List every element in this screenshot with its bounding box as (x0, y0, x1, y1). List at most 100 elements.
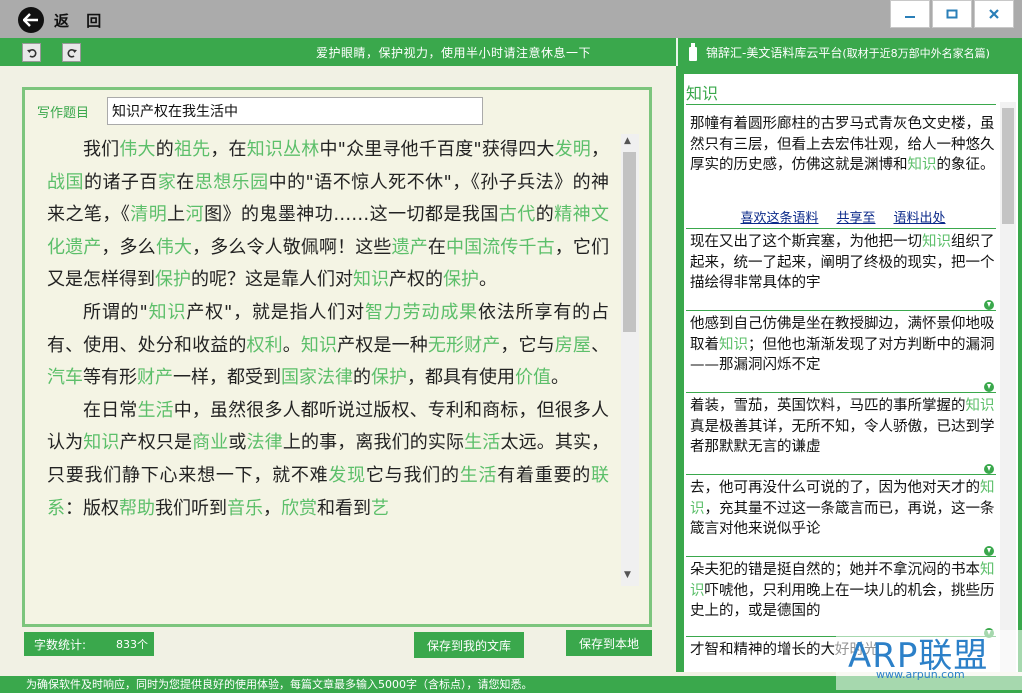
keyword-link[interactable]: 遗产 (392, 237, 428, 258)
keyword-link[interactable]: 知识丛林 (247, 139, 320, 160)
keyword-link[interactable]: 艺 (371, 498, 389, 519)
keyword-link[interactable]: 欣赏 (281, 498, 317, 519)
corpus-panel: 知识 那幢有着圆形廊柱的古罗马式青灰色文史楼，虽然只有三层，但看上去宏伟壮观，给… (676, 66, 1022, 672)
brand-title: 锦辞汇-美文语料库云平台(取材于近8万部中外名家名篇) (706, 44, 990, 61)
keyword-link[interactable]: 战国 (47, 172, 84, 193)
keyword-link[interactable]: 知识 (353, 269, 389, 290)
like-corpus-link[interactable]: 喜欢这条语料 (740, 209, 818, 230)
text-run: 的呢？这是靠人们对 (191, 269, 353, 291)
maximize-button[interactable] (932, 0, 972, 28)
corpus-card-text: 朵夫犯的错是挺自然的；她并不拿沉闷的书本知识吓唬他，只利用晚上在一块儿的机会，挑… (690, 560, 996, 622)
keyword-link[interactable]: 知识 (148, 302, 187, 323)
keyword-link[interactable]: 国家法律 (281, 367, 353, 388)
expand-down-icon[interactable] (984, 300, 994, 310)
undo-button[interactable] (22, 43, 41, 62)
keyword-link[interactable]: 音乐 (227, 498, 263, 519)
text-run: 我们听到 (155, 497, 227, 519)
essay-text-area[interactable]: 我们伟大的祖先，在知识丛林中"众里寻他千百度"获得四大发明，战国的诸子百家在思想… (47, 134, 609, 580)
keyword-link[interactable]: 思想乐园 (195, 172, 269, 193)
expand-down-icon[interactable] (984, 382, 994, 392)
keyword-link[interactable]: 无形财产 (428, 335, 501, 356)
title-input[interactable] (107, 97, 483, 125)
text-run: 。 (479, 269, 497, 291)
text-run: 或 (228, 432, 247, 454)
keyword-link[interactable]: 知识 (966, 398, 995, 414)
keyword-link[interactable]: 商业 (192, 432, 228, 453)
keyword-link[interactable]: 价值 (515, 367, 551, 388)
maximize-icon (946, 9, 958, 19)
text-run: 和看到 (317, 497, 371, 519)
close-button[interactable] (974, 0, 1014, 28)
corpus-card-text: 那幢有着圆形廊柱的古罗马式青灰色文史楼，虽然只有三层，但看上去宏伟壮观，给人一种… (690, 114, 996, 196)
watermark-url: www.arpun.com (876, 668, 965, 681)
text-run: 的诸子百 (83, 171, 158, 193)
corpus-list: 知识 那幢有着圆形廊柱的古罗马式青灰色文史楼，虽然只有三层，但看上去宏伟壮观，给… (684, 74, 1018, 672)
text-run: 产权是一种 (337, 334, 428, 356)
keyword-link[interactable]: 帮助 (119, 498, 155, 519)
heading-divider (686, 104, 996, 105)
keyword-link[interactable]: 古代 (499, 204, 536, 225)
keyword-link[interactable]: 法律 (247, 432, 283, 453)
corpus-card[interactable]: 现在又出了这个斯宾塞，为他把一切知识组织了起来，统一了起来，阐明了终极的现实，把… (690, 232, 996, 294)
keyword-link[interactable]: 生活 (464, 432, 500, 453)
keyword-link[interactable]: 知识 (922, 234, 951, 250)
save-to-library-button[interactable]: 保存到我的文库 (414, 632, 524, 658)
save-to-local-button[interactable]: 保存到本地 (566, 630, 652, 656)
keyword-link[interactable]: 伟大 (156, 237, 192, 258)
keyword-link[interactable]: 知识 (719, 337, 748, 353)
editor-scroll-thumb[interactable] (623, 152, 636, 332)
keyword-link[interactable]: 伟大 (119, 139, 155, 160)
redo-button[interactable] (62, 43, 81, 62)
keyword-link[interactable]: 清明 (130, 204, 167, 225)
keyword-link[interactable]: 祖先 (174, 139, 210, 160)
keyword-link[interactable]: 知识 (908, 157, 937, 173)
corpus-card[interactable]: 着装，雪茄，英国饮料，马匹的事所掌握的知识真是极善其详，无所不知，令人骄傲，已达… (690, 396, 996, 458)
keyword-link[interactable]: 保护 (443, 269, 479, 290)
keyword-link[interactable]: 保护 (155, 269, 191, 290)
keyword-link[interactable]: 房屋 (555, 335, 591, 356)
corpus-card[interactable]: 他感到自己仿佛是坐在教授脚边，满怀景仰地吸取着知识；但他也渐渐发现了对方判断中的… (690, 314, 996, 376)
keyword-link[interactable]: 河 (186, 204, 204, 225)
toolbar: 爱护眼睛，保护视力，使用半小时请注意休息一下 锦辞汇-美文语料库云平台(取材于近… (0, 38, 1022, 66)
expand-down-icon[interactable] (984, 464, 994, 474)
keyword-link[interactable]: 智力劳动成果 (365, 302, 478, 323)
minimize-button[interactable] (890, 0, 930, 28)
keyword-link[interactable]: 家 (158, 172, 176, 193)
text-run: ，充其量不过这一条箴言而已，再说，这一条箴言对他来说似乎论 (690, 500, 995, 538)
corpus-card[interactable]: 朵夫犯的错是挺自然的；她并不拿沉闷的书本知识吓唬他，只利用晚上在一块儿的机会，挑… (690, 560, 996, 622)
expand-down-icon[interactable] (984, 546, 994, 556)
keyword-link[interactable]: 中国流传千古 (446, 237, 555, 258)
corpus-card[interactable]: 那幢有着圆形廊柱的古罗马式青灰色文史楼，虽然只有三层，但看上去宏伟壮观，给人一种… (690, 114, 996, 230)
keyword-link[interactable]: 财产 (137, 367, 173, 388)
redo-icon (67, 48, 77, 58)
text-run: 的象征。 (936, 157, 995, 173)
card-divider (686, 474, 996, 475)
keyword-link[interactable]: 生活 (137, 400, 173, 421)
keyword-link[interactable]: 知识 (83, 432, 119, 453)
close-icon (989, 9, 999, 19)
corpus-scroll-thumb[interactable] (1002, 108, 1014, 224)
back-button[interactable] (18, 7, 44, 33)
corpus-card-text: 现在又出了这个斯宾塞，为他把一切知识组织了起来，统一了起来，阐明了终极的现实，把… (690, 232, 996, 294)
text-run: 现在又出了这个斯宾塞，为他把一切 (690, 234, 922, 250)
word-count: 字数统计: 833个 (24, 632, 154, 656)
keyword-link[interactable]: 权利 (246, 335, 282, 356)
corpus-scrollbar[interactable] (1000, 102, 1016, 672)
keyword-link[interactable]: 汽车 (47, 367, 83, 388)
text-run: 一样，都受到 (173, 367, 281, 389)
keyword-link[interactable]: 生活 (460, 465, 498, 486)
scroll-up-icon[interactable]: ▲ (624, 136, 631, 146)
corpus-card[interactable]: 去，他可再没什么可说的了，因为他对天才的知识，充其量不过这一条箴言而已，再说，这… (690, 478, 996, 540)
text-run: 等有形 (83, 367, 137, 389)
editor-scrollbar[interactable]: ▲ ▼ (621, 134, 639, 586)
back-label[interactable]: 返 回 (54, 10, 107, 31)
corpus-source-link[interactable]: 语料出处 (894, 209, 946, 230)
share-link[interactable]: 共享至 (836, 209, 875, 230)
keyword-link[interactable]: 保护 (371, 367, 407, 388)
keyword-link[interactable]: 知识 (301, 335, 337, 356)
text-run: 它与我们的 (365, 464, 460, 486)
corpus-card-text: 他感到自己仿佛是坐在教授脚边，满怀景仰地吸取着知识；但他也渐渐发现了对方判断中的… (690, 314, 996, 376)
scroll-down-icon[interactable]: ▼ (624, 570, 631, 580)
keyword-link[interactable]: 发明 (555, 139, 591, 160)
keyword-link[interactable]: 发现 (328, 465, 366, 486)
